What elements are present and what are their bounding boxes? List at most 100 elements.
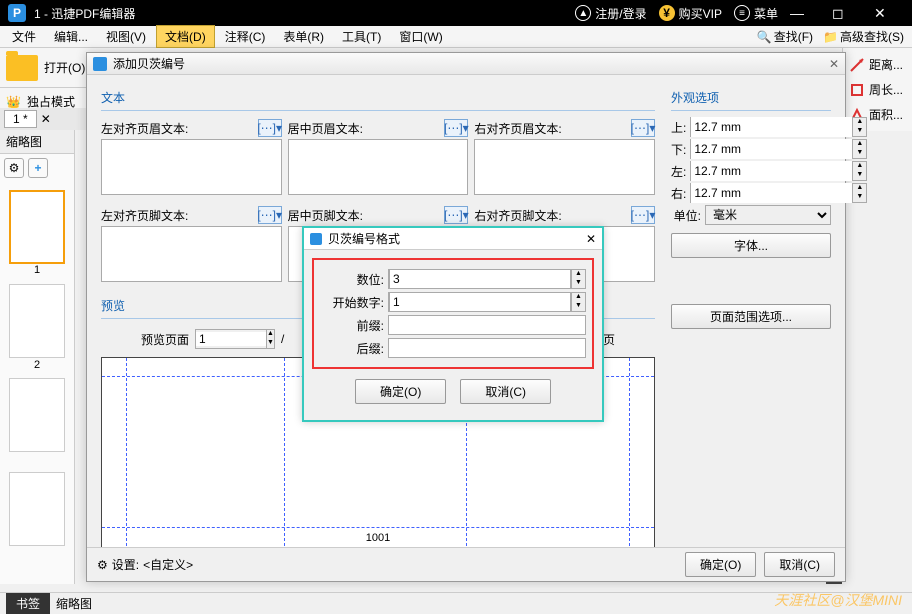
gear-icon[interactable]: ⚙ (4, 158, 24, 178)
distance-tool[interactable]: 距离... (847, 52, 908, 77)
header-left-input[interactable] (101, 139, 282, 195)
margin-top-label: 上: (671, 119, 686, 136)
prefix-input[interactable] (388, 315, 586, 335)
buy-vip-link[interactable]: ¥购买VIP (659, 5, 722, 22)
menu-view[interactable]: 视图(V) (98, 26, 154, 47)
header-center-label: 居中页眉文本: (288, 120, 363, 137)
dialog-icon (310, 233, 322, 245)
plus-icon[interactable]: + (28, 158, 48, 178)
crown-icon: 👑 (6, 95, 21, 109)
header-right-input[interactable] (474, 139, 655, 195)
margin-left-input[interactable] (691, 161, 852, 181)
suffix-label: 后缀: (320, 340, 384, 357)
thumbnail-4[interactable] (9, 472, 65, 546)
menu-window[interactable]: 窗口(W) (391, 26, 450, 47)
format-fields-highlight: 数位: ▲▼ 开始数字: ▲▼ 前缀: 后缀: (312, 258, 594, 369)
footer-center-label: 居中页脚文本: (288, 207, 363, 224)
titlebar: P 1 - 迅捷PDF编辑器 ▲注册/登录 ¥购买VIP ≡菜单 — ◻ ✕ (0, 0, 912, 26)
text-group-label: 文本 (101, 85, 655, 111)
macro-button-fr[interactable]: [⋯]▾ (631, 206, 655, 224)
footer-left-label: 左对齐页脚文本: (101, 207, 188, 224)
yen-icon: ¥ (659, 5, 675, 21)
format-dialog-title: 贝茨编号格式 (328, 230, 400, 247)
macro-button-fl[interactable]: [⋯]▾ (258, 206, 282, 224)
close-button[interactable]: ✕ (874, 5, 904, 22)
thumbnail-3[interactable] (9, 378, 65, 452)
dialog-icon (93, 57, 107, 71)
appearance-group-label: 外观选项 (671, 85, 831, 111)
menu-comment[interactable]: 注释(C) (217, 26, 274, 47)
menu-advanced-find[interactable]: 📁高级查找(S) (819, 28, 908, 45)
thumbnail-1[interactable] (9, 190, 65, 264)
thumbnail-tab[interactable]: 缩略图 (56, 595, 92, 612)
menu-form[interactable]: 表单(R) (275, 26, 332, 47)
perimeter-tool[interactable]: 周长... (847, 77, 908, 102)
format-dialog-titlebar[interactable]: 贝茨编号格式 ✕ (304, 228, 602, 250)
format-cancel-button[interactable]: 取消(C) (460, 379, 551, 404)
bates-dialog-close-icon[interactable]: ✕ (829, 57, 839, 71)
thumbnail-2[interactable] (9, 284, 65, 358)
gear-icon[interactable]: ⚙ (97, 558, 108, 572)
window-title: 1 - 迅捷PDF编辑器 (34, 5, 575, 22)
document-tabs: 1 * ✕ (0, 108, 86, 130)
page-range-button[interactable]: 页面范围选项... (671, 304, 831, 329)
menubar: 文件 编辑... 视图(V) 文档(D) 注释(C) 表单(R) 工具(T) 窗… (0, 26, 912, 48)
margin-right-label: 右: (671, 185, 686, 202)
settings-label: 设置: (112, 556, 139, 573)
spin-up[interactable]: ▲ (266, 330, 274, 339)
margin-bottom-input[interactable] (691, 139, 852, 159)
doc-tab-1[interactable]: 1 * (4, 110, 37, 128)
footer-right-label: 右对齐页脚文本: (474, 207, 561, 224)
bates-ok-button[interactable]: 确定(O) (685, 552, 756, 577)
main-menu-link[interactable]: ≡菜单 (734, 5, 778, 22)
prefix-label: 前缀: (320, 317, 384, 334)
start-number-input[interactable] (389, 292, 571, 312)
font-button[interactable]: 字体... (671, 233, 831, 258)
app-icon: P (8, 4, 26, 22)
digits-label: 数位: (320, 271, 384, 288)
menu-document[interactable]: 文档(D) (156, 25, 215, 48)
start-number-label: 开始数字: (320, 294, 384, 311)
bates-format-dialog: 贝茨编号格式 ✕ 数位: ▲▼ 开始数字: ▲▼ 前缀: 后缀: 确定(O) 取… (302, 226, 604, 422)
bates-cancel-button[interactable]: 取消(C) (764, 552, 835, 577)
menu-find[interactable]: 🔍查找(F) (753, 28, 817, 45)
user-icon: ▲ (575, 5, 591, 21)
margin-top-input[interactable] (691, 117, 852, 137)
maximize-button[interactable]: ◻ (832, 5, 862, 22)
slash: / (281, 332, 284, 346)
unit-label: 单位: (671, 207, 701, 224)
thumbnail-panel: 缩略图 ⚙ + (0, 130, 75, 584)
unit-select[interactable]: 毫米 (705, 205, 831, 225)
tab-close-icon[interactable]: ✕ (41, 112, 51, 126)
macro-button-hl[interactable]: [⋯]▾ (258, 119, 282, 137)
bates-dialog-titlebar[interactable]: 添加贝茨编号 ✕ (87, 53, 845, 75)
bookmark-tab[interactable]: 书签 (6, 593, 50, 614)
format-ok-button[interactable]: 确定(O) (355, 379, 446, 404)
margin-bottom-label: 下: (671, 141, 686, 158)
preview-page-label: 预览页面 (141, 331, 189, 348)
bates-dialog-title: 添加贝茨编号 (113, 55, 185, 72)
macro-button-hr[interactable]: [⋯]▾ (631, 119, 655, 137)
header-left-label: 左对齐页眉文本: (101, 120, 188, 137)
menu-icon: ≡ (734, 5, 750, 21)
spin-down[interactable]: ▼ (266, 339, 274, 348)
menu-edit[interactable]: 编辑... (46, 26, 96, 47)
register-login-link[interactable]: ▲注册/登录 (575, 5, 646, 22)
header-center-input[interactable] (288, 139, 469, 195)
format-dialog-close-icon[interactable]: ✕ (586, 232, 596, 246)
digits-input[interactable] (389, 269, 571, 289)
menu-tools[interactable]: 工具(T) (334, 26, 389, 47)
minimize-button[interactable]: — (790, 5, 820, 21)
thumbnail-panel-header: 缩略图 (0, 130, 74, 154)
macro-button-hc[interactable]: [⋯]▾ (444, 119, 468, 137)
macro-button-fc[interactable]: [⋯]▾ (444, 206, 468, 224)
folder-icon (6, 55, 38, 81)
menu-file[interactable]: 文件 (4, 26, 44, 47)
preview-page-input[interactable] (196, 332, 266, 346)
header-right-label: 右对齐页眉文本: (474, 120, 561, 137)
margin-right-input[interactable] (691, 183, 852, 203)
settings-value: <自定义> (143, 556, 193, 573)
suffix-input[interactable] (388, 338, 586, 358)
margin-left-label: 左: (671, 163, 686, 180)
footer-left-input[interactable] (101, 226, 282, 282)
